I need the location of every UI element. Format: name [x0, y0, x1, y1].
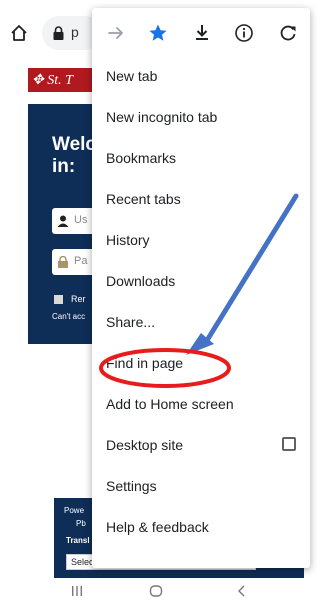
menu-item-add-to-home-screen[interactable]: Add to Home screen — [92, 384, 310, 424]
site-logo: ✥ St. T — [32, 73, 73, 88]
menu-item-new-incognito-tab[interactable]: New incognito tab — [92, 97, 310, 137]
remember-me[interactable]: Rer — [54, 294, 86, 305]
menu-item-settings[interactable]: Settings — [92, 466, 310, 506]
home-button-icon[interactable] — [148, 584, 164, 598]
password-placeholder: Pa — [74, 255, 88, 267]
refresh-icon[interactable] — [278, 23, 298, 43]
menu-item-new-tab[interactable]: New tab — [92, 56, 310, 96]
welcome-heading: Welc in: — [52, 134, 97, 177]
menu-item-bookmarks[interactable]: Bookmarks — [92, 138, 310, 178]
translate-label: Transl — [66, 536, 90, 545]
bookmark-star-icon[interactable] — [148, 23, 168, 43]
menu-item-history[interactable]: History — [92, 220, 310, 260]
recents-icon[interactable] — [69, 584, 85, 598]
menu-item-downloads[interactable]: Downloads — [92, 261, 310, 301]
cant-access-link[interactable]: Can't acc — [52, 312, 85, 321]
menu-item-help-feedback[interactable]: Help & feedback — [92, 507, 310, 547]
menu-item-share[interactable]: Share... — [92, 302, 310, 342]
menu-item-desktop-site[interactable]: Desktop site — [92, 425, 310, 465]
lock-icon — [53, 26, 64, 40]
info-icon[interactable] — [234, 23, 254, 43]
browser-overflow-menu: New tab New incognito tab Bookmarks Rece… — [92, 8, 310, 568]
menu-item-recent-tabs[interactable]: Recent tabs — [92, 179, 310, 219]
menu-toolbar — [92, 8, 310, 58]
url-text: p — [71, 24, 79, 40]
desktop-site-checkbox[interactable] — [282, 437, 296, 451]
password-icon — [58, 256, 68, 268]
home-icon[interactable] — [10, 24, 28, 42]
forward-arrow-icon[interactable] — [106, 23, 126, 43]
user-icon — [57, 215, 69, 227]
back-icon[interactable] — [234, 584, 250, 598]
remember-checkbox[interactable] — [54, 295, 63, 305]
username-placeholder: Us — [74, 214, 88, 226]
menu-item-find-in-page[interactable]: Find in page — [92, 343, 310, 383]
android-nav-bar — [0, 578, 311, 602]
download-icon[interactable] — [192, 23, 212, 43]
powered-by-text: Powe Pb — [64, 506, 86, 528]
